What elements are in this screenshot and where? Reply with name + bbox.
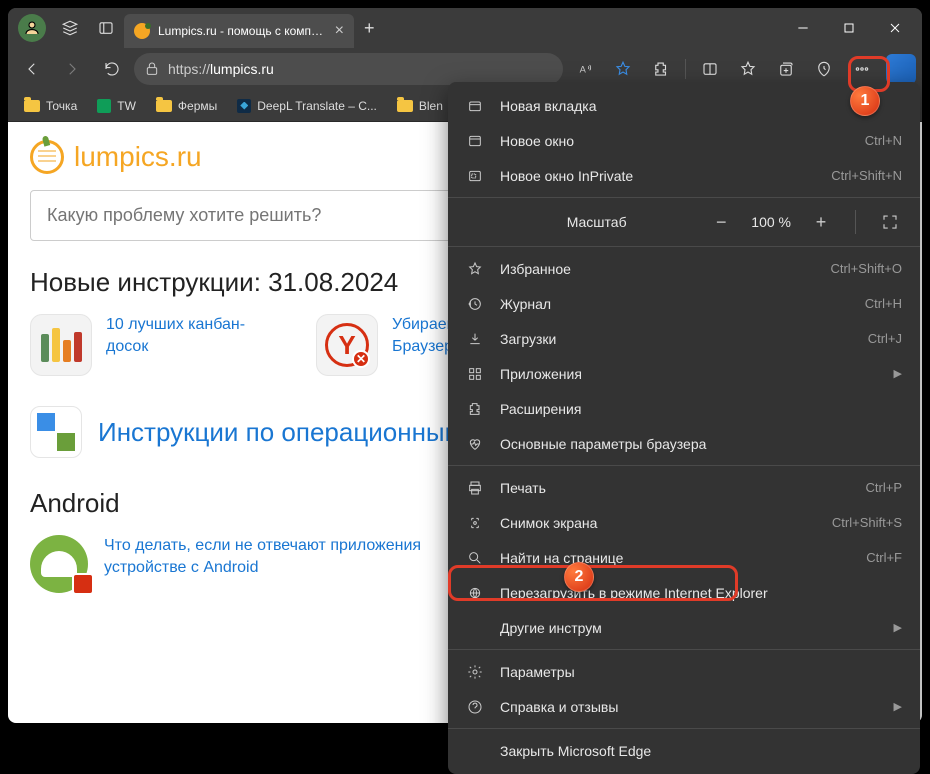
workspaces-icon[interactable] [52,10,88,46]
address-bar[interactable]: https://lumpics.ru [134,53,563,85]
deepl-icon [237,99,251,113]
bookmark-item[interactable]: Blen [389,95,451,117]
sheets-icon [97,99,111,113]
window-maximize[interactable] [826,8,872,48]
apps-icon [466,366,484,382]
tab-actions-icon[interactable] [88,10,124,46]
bookmark-item[interactable]: TW [89,95,144,117]
article-link[interactable]: Что делать, если не отвечают приложения … [104,535,464,578]
menu-apps[interactable]: Приложения▶ [448,356,920,391]
history-icon [466,296,484,312]
star-icon [466,261,484,277]
tab-close-button[interactable]: × [335,22,344,40]
window-close[interactable] [872,8,918,48]
android-icon [30,535,88,593]
menu-zoom: Масштаб − 100 % + [448,202,920,242]
menu-browser-essentials[interactable]: Основные параметры браузера [448,426,920,461]
folder-icon [24,100,40,112]
tab-title: Lumpics.ru - помощь с компьюте [158,24,327,38]
print-icon [466,480,484,496]
article-link[interactable]: 10 лучших канбан-досок [106,314,286,357]
profile-avatar[interactable] [18,14,46,42]
yandex-icon: Y✕ [316,314,378,376]
ie-icon [466,585,484,601]
heart-pulse-icon [466,436,484,452]
new-tab-icon [466,98,484,114]
titlebar: Lumpics.ru - помощь с компьюте × + [8,8,922,48]
new-tab-button[interactable]: + [364,18,375,39]
svg-text:A: A [580,64,587,74]
tab-favicon [134,23,150,39]
refresh-button[interactable] [94,51,130,87]
window-minimize[interactable] [780,8,826,48]
site-info-icon[interactable] [144,61,160,77]
screenshot-icon [466,515,484,531]
search-icon [466,550,484,566]
forward-button [54,51,90,87]
os-icon [30,406,82,458]
menu-settings[interactable]: Параметры [448,654,920,689]
menu-find[interactable]: Найти на страницеCtrl+F [448,540,920,575]
article-card[interactable]: 10 лучших канбан-досок [30,314,286,376]
download-icon [466,331,484,347]
menu-more-tools[interactable]: Другие инструм▶ [448,610,920,645]
site-logo-icon [30,140,64,174]
puzzle-icon [466,401,484,417]
menu-new-window[interactable]: Новое окноCtrl+N [448,123,920,158]
folder-icon [397,100,413,112]
browser-tab[interactable]: Lumpics.ru - помощь с компьюте × [124,14,354,48]
menu-screenshot[interactable]: Снимок экранаCtrl+Shift+S [448,505,920,540]
kanban-icon [30,314,92,376]
menu-favorites[interactable]: ИзбранноеCtrl+Shift+O [448,251,920,286]
bookmark-item[interactable]: Фермы [148,95,225,117]
menu-ie-mode[interactable]: Перезагрузить в режиме Internet Explorer [448,575,920,610]
folder-icon [156,100,172,112]
annotation-badge-2: 2 [564,562,594,592]
zoom-in-button[interactable]: + [809,210,833,234]
menu-downloads[interactable]: ЗагрузкиCtrl+J [448,321,920,356]
menu-history[interactable]: ЖурналCtrl+H [448,286,920,321]
zoom-value: 100 % [751,214,791,230]
back-button[interactable] [14,51,50,87]
inprivate-icon [466,168,484,184]
window-icon [466,133,484,149]
zoom-out-button[interactable]: − [709,210,733,234]
help-icon [466,699,484,715]
url-text: https://lumpics.ru [168,61,553,77]
site-logo-text[interactable]: lumpics.ru [74,141,202,173]
main-menu: Новая вкладка Новое окноCtrl+N Новое окн… [448,82,920,774]
menu-new-tab[interactable]: Новая вкладка [448,88,920,123]
annotation-badge-1: 1 [850,86,880,116]
copilot-button[interactable] [886,54,916,84]
bookmark-item[interactable]: Точка [16,95,85,117]
menu-close-edge[interactable]: Закрыть Microsoft Edge [448,733,920,768]
menu-help[interactable]: Справка и отзывы▶ [448,689,920,724]
menu-inprivate[interactable]: Новое окно InPrivateCtrl+Shift+N [448,158,920,193]
menu-print[interactable]: ПечатьCtrl+P [448,470,920,505]
fullscreen-button[interactable] [878,210,902,234]
bookmark-item[interactable]: DeepL Translate – С... [229,95,385,117]
menu-extensions[interactable]: Расширения [448,391,920,426]
gear-icon [466,664,484,680]
